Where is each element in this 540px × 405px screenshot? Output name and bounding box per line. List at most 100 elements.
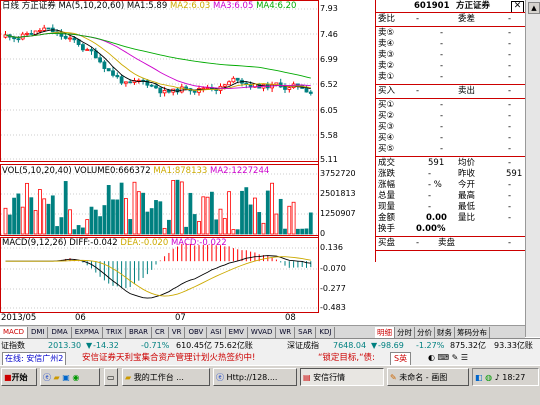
- window-icon[interactable]: ▭: [104, 368, 118, 386]
- sell-row[interactable]: 卖④ - -: [376, 39, 526, 50]
- tab-wvad[interactable]: WVAD: [248, 326, 277, 338]
- scroll-up-icon[interactable]: ▲: [528, 2, 540, 14]
- clock[interactable]: 18:27: [502, 373, 525, 382]
- ime-tools-icon[interactable]: ◐ ⌨ ✎ ☰: [428, 351, 468, 365]
- ime-indicator[interactable]: S英: [390, 352, 412, 365]
- volume-bar: [93, 209, 98, 235]
- volume-bar: [274, 213, 279, 235]
- buy-row[interactable]: 买⑤ - -: [376, 144, 526, 155]
- tab-vr[interactable]: VR: [169, 326, 186, 338]
- stat-value: 0.00%: [416, 224, 446, 234]
- sell-row[interactable]: 卖② - -: [376, 61, 526, 72]
- volume-icon[interactable]: ♪: [495, 373, 500, 382]
- taskbar-item-label: Http://128....: [226, 373, 278, 382]
- folder-icon[interactable]: ▰: [54, 373, 60, 382]
- volume-bar: [287, 205, 292, 235]
- tab-obv[interactable]: OBV: [185, 326, 208, 338]
- buy3-price: -: [440, 122, 444, 132]
- volume-bar: [55, 226, 59, 235]
- volume-bar: [240, 190, 244, 235]
- taskbar-item-paint[interactable]: ✎ 未命名 - 画图: [387, 368, 469, 386]
- security-icon[interactable]: ◍: [485, 373, 492, 382]
- date-tick: 2013/05: [1, 313, 37, 323]
- tab-dmi[interactable]: DMI: [28, 326, 49, 338]
- kline-chart-svg[interactable]: [0, 0, 375, 325]
- macd-panel-frame: [0, 237, 319, 313]
- volume-bar: [149, 208, 154, 235]
- news-headline[interactable]: 安信证券天利宝集合资产管理计划火热签约中!: [82, 351, 255, 365]
- macd-diff-line: [5, 255, 311, 299]
- candle-body: [244, 82, 249, 85]
- buy-row[interactable]: 买① - -: [376, 100, 526, 111]
- network-icon[interactable]: ◧: [475, 373, 483, 382]
- tab-expma[interactable]: EXPMA: [72, 326, 103, 338]
- volume-ma2: MA2:1227244: [210, 166, 270, 176]
- sell4-label: 卖④: [378, 39, 395, 49]
- volume-bar: [171, 180, 176, 235]
- candle-body: [308, 91, 313, 94]
- sell5-vol: -: [508, 28, 512, 38]
- volume-tick: 1250907: [320, 209, 356, 218]
- stat-row: 成交 591 均价 -: [376, 158, 526, 169]
- volume-bar: [265, 190, 270, 235]
- candle-body: [38, 30, 42, 32]
- sell5-label: 卖⑤: [378, 28, 395, 38]
- tab-price-volume[interactable]: 分价: [415, 326, 435, 338]
- tab-asi[interactable]: ASI: [207, 326, 226, 338]
- volume-bar: [89, 206, 94, 235]
- volume-bar: [33, 210, 38, 235]
- buy5-vol: -: [508, 144, 512, 154]
- price-tick: 6.52: [320, 80, 338, 89]
- candle-body: [68, 37, 72, 40]
- buy4-price: -: [440, 133, 444, 143]
- macd-diff: DIFF:-0.042: [69, 238, 118, 248]
- sell-pan-value: -: [508, 238, 512, 248]
- candle-body: [98, 57, 102, 63]
- buy-row[interactable]: 买② - -: [376, 111, 526, 122]
- stat-label: 涨跌: [378, 169, 396, 179]
- taskbar-item-workbench[interactable]: ▰ 我的工作台 ...: [122, 368, 210, 386]
- tab-sar[interactable]: SAR: [295, 326, 317, 338]
- start-label: 开始: [11, 373, 28, 382]
- volume-bar: [141, 192, 146, 235]
- taskbar-item-quotes[interactable]: ▤ 安信行情: [300, 368, 384, 386]
- stat-label: 最低: [458, 202, 476, 212]
- tab-macd[interactable]: MACD: [0, 326, 28, 338]
- tab-detail[interactable]: 明细: [375, 326, 395, 338]
- kline-chart-area[interactable]: 日线 方正证券 MA(5,10,20,60) MA1:5.89 MA2:6.03…: [0, 0, 375, 325]
- tab-dma[interactable]: DMA: [48, 326, 72, 338]
- sell4-vol: -: [508, 39, 512, 49]
- sell-row[interactable]: 卖⑤ - -: [376, 28, 526, 39]
- news-headline-2[interactable]: “锁定目标,“债:: [318, 351, 375, 365]
- ie-icon: ⓔ: [216, 373, 224, 382]
- tab-finance[interactable]: 财务: [435, 326, 455, 338]
- sell-row[interactable]: 卖③ - -: [376, 50, 526, 61]
- desktop-icon[interactable]: ▣: [62, 373, 70, 382]
- stock-name-label: 方正证券: [21, 1, 56, 11]
- volume-bar: [16, 193, 21, 235]
- buy2-label: 买②: [378, 111, 395, 121]
- sell-row[interactable]: 卖① - -: [376, 72, 526, 83]
- tab-wr[interactable]: WR: [276, 326, 296, 338]
- buy-row[interactable]: 买④ - -: [376, 133, 526, 144]
- volume-bar: [252, 197, 257, 235]
- buy-row[interactable]: 买③ - -: [376, 122, 526, 133]
- tab-trix[interactable]: TRIX: [103, 326, 126, 338]
- buy-pan-value: -: [416, 238, 420, 248]
- tab-kdj[interactable]: KDJ: [316, 326, 336, 338]
- windows-logo-icon: ■: [4, 373, 12, 382]
- tab-brar[interactable]: BRAR: [126, 326, 153, 338]
- start-button[interactable]: ■开始: [1, 368, 37, 386]
- tab-chip-distribution[interactable]: 筹码分布: [455, 326, 490, 338]
- tab-cr[interactable]: CR: [152, 326, 169, 338]
- media-icon[interactable]: ◉: [72, 373, 79, 382]
- ma-params-label: MA(5,10,20,60): [58, 1, 125, 11]
- vertical-scrollbar[interactable]: ▲: [525, 0, 540, 337]
- taskbar-item-browser[interactable]: ⓔ Http://128....: [213, 368, 297, 386]
- buy5-label: 买⑤: [378, 144, 395, 154]
- online-status[interactable]: 在线: 安信广州2: [2, 352, 67, 365]
- ie-icon[interactable]: ⓔ: [43, 373, 51, 382]
- tab-emv[interactable]: EMV: [226, 326, 248, 338]
- stat-value: -: [508, 213, 512, 223]
- tab-intraday[interactable]: 分时: [395, 326, 415, 338]
